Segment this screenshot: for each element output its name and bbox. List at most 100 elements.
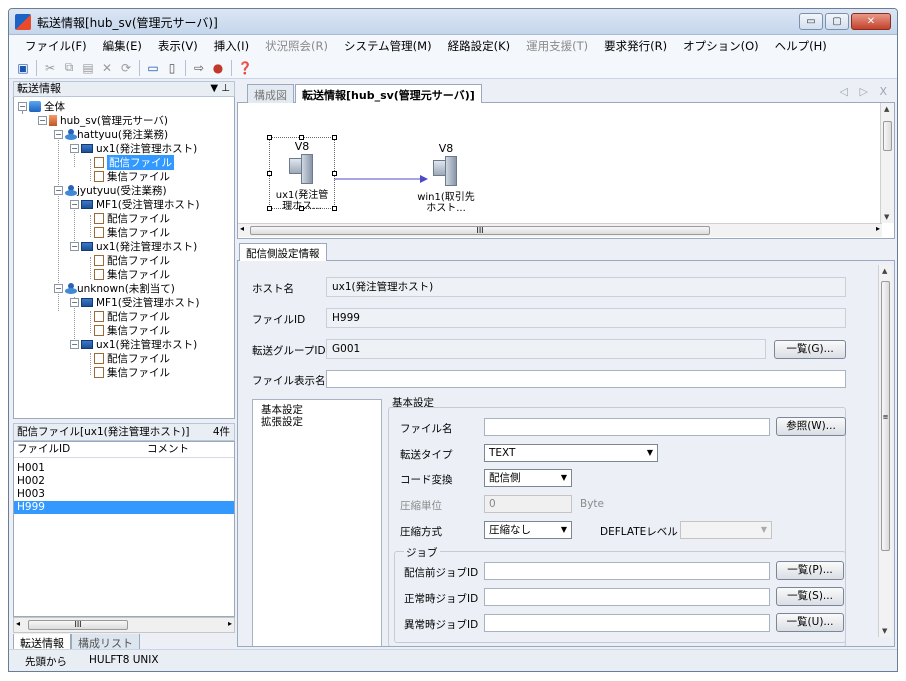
menu-help[interactable]: ヘルプ(H)	[767, 38, 835, 54]
tree-node-recv-file[interactable]: 集信ファイル	[94, 169, 170, 183]
error-job-input[interactable]	[484, 614, 770, 632]
transfer-icon[interactable]: ⇨	[191, 60, 207, 76]
deflate-level-select[interactable]: ▼	[680, 521, 772, 539]
compression-unit-input[interactable]: 0	[484, 495, 572, 513]
menu-status-inquiry[interactable]: 状況照会(R)	[257, 38, 336, 54]
file-name-input[interactable]	[484, 418, 770, 436]
scroll-right-icon[interactable]: ▸	[876, 224, 880, 233]
tree-node-recv-file[interactable]: 集信ファイル	[94, 323, 170, 337]
diagram-node-ux1[interactable]: V8 ux1(発注管 理ホス...	[270, 141, 334, 212]
scroll-left-icon[interactable]: ◂	[240, 224, 244, 233]
collapse-icon[interactable]: −	[54, 185, 63, 195]
scroll-up-icon[interactable]: ▲	[882, 267, 887, 275]
tree-node-send-file[interactable]: 配信ファイル	[94, 309, 170, 323]
tree-node-recv-file[interactable]: 集信ファイル	[94, 365, 170, 379]
scroll-thumb[interactable]: ≡	[881, 281, 890, 551]
collapse-icon[interactable]: −	[70, 297, 79, 307]
error-job-list-button[interactable]: 一覧(U)...	[776, 613, 844, 632]
tree-node-host-mf1[interactable]: − MF1(受注管理ホスト)	[70, 197, 199, 211]
list-item[interactable]: H999	[14, 501, 234, 514]
new-host-icon[interactable]: ▭	[145, 60, 161, 76]
browse-button[interactable]: 参照(W)...	[776, 417, 846, 436]
pin-icon[interactable]: ▼ ⊥	[210, 82, 230, 96]
tree-node-group-hattyuu[interactable]: − hattyuu(発注業務)	[54, 127, 168, 141]
delete-icon[interactable]: ✕	[99, 60, 115, 76]
menu-request-issue[interactable]: 要求発行(R)	[596, 38, 675, 54]
transfer-type-select[interactable]: TEXT ▼	[484, 444, 658, 462]
tab-nav-controls[interactable]: ◁ ▷ X	[840, 85, 891, 98]
close-button[interactable]: ✕	[851, 13, 891, 30]
column-comment[interactable]: コメント	[144, 442, 189, 457]
menu-insert[interactable]: 挿入(I)	[206, 38, 257, 54]
menu-file[interactable]: ファイル(F)	[17, 38, 95, 54]
diagram-vertical-scrollbar[interactable]: ▲ ▼	[880, 103, 894, 223]
tree-node-send-file[interactable]: 配信ファイル	[94, 211, 170, 225]
scroll-left-icon[interactable]: ◂	[16, 619, 20, 628]
collapse-icon[interactable]: −	[54, 129, 63, 139]
tree-node-send-file[interactable]: 配信ファイル	[94, 351, 170, 365]
tree-node-host-ux1[interactable]: − ux1(発注管理ホスト)	[70, 239, 197, 253]
collapse-icon[interactable]: −	[70, 339, 79, 349]
scroll-thumb[interactable]: III	[28, 620, 128, 630]
menu-edit[interactable]: 編集(E)	[95, 38, 150, 54]
tree-node-root[interactable]: − 全体	[18, 99, 65, 113]
menu-view[interactable]: 表示(V)	[150, 38, 206, 54]
refresh-icon[interactable]: ⟳	[118, 60, 134, 76]
menu-system-management[interactable]: システム管理(M)	[336, 38, 440, 54]
scroll-up-icon[interactable]: ▲	[884, 105, 889, 113]
stop-icon[interactable]: ●	[210, 60, 226, 76]
list-item[interactable]: H001	[14, 462, 234, 475]
paste-icon[interactable]: ▤	[80, 60, 96, 76]
nav-extended-settings[interactable]: 拡張設定	[261, 414, 303, 429]
menu-operation-support[interactable]: 運用支援(T)	[518, 38, 596, 54]
title-bar[interactable]: 転送情報[hub_sv(管理元サーバ)] ▭ ▢ ✕	[9, 9, 897, 35]
code-conversion-select[interactable]: 配信側 ▼	[484, 469, 572, 487]
settings-vertical-scrollbar[interactable]: ▲ ≡ ▼	[878, 265, 892, 637]
collapse-icon[interactable]: −	[38, 115, 47, 125]
diagram-horizontal-scrollbar[interactable]: ◂ III ▸	[238, 223, 882, 237]
tree-node-recv-file[interactable]: 集信ファイル	[94, 267, 170, 281]
tree-node-group-jyutyuu[interactable]: − jyutyuu(受注業務)	[54, 183, 167, 197]
tree-node-host-ux1[interactable]: − ux1(発注管理ホスト)	[70, 141, 197, 155]
pre-send-job-list-button[interactable]: 一覧(P)...	[776, 561, 844, 580]
collapse-icon[interactable]: −	[54, 283, 63, 293]
menu-route-settings[interactable]: 経路設定(K)	[440, 38, 519, 54]
collapse-icon[interactable]: −	[18, 101, 27, 111]
new-file-icon[interactable]: ▯	[164, 60, 180, 76]
scroll-right-icon[interactable]: ▸	[228, 619, 232, 628]
scroll-down-icon[interactable]: ▼	[882, 627, 887, 635]
tree-node-send-file[interactable]: 配信ファイル	[94, 253, 170, 267]
save-icon[interactable]: ▣	[15, 60, 31, 76]
tree-node-recv-file[interactable]: 集信ファイル	[94, 225, 170, 239]
tree-node-group-unknown[interactable]: − unknown(未割当て)	[54, 281, 175, 295]
column-file-id[interactable]: ファイルID	[14, 442, 144, 457]
normal-job-input[interactable]	[484, 588, 770, 606]
tree-node-server[interactable]: − hub_sv(管理元サーバ)	[38, 113, 168, 127]
tab-send-settings[interactable]: 配信側設定情報	[239, 243, 327, 261]
minimize-button[interactable]: ▭	[799, 13, 823, 30]
list-item[interactable]: H002	[14, 475, 234, 488]
tree-node-host-mf1[interactable]: − MF1(受注管理ホスト)	[70, 295, 199, 309]
collapse-icon[interactable]: −	[70, 143, 79, 153]
normal-job-list-button[interactable]: 一覧(S)...	[776, 587, 844, 606]
diagram-node-win1[interactable]: V8 win1(取引先 ホスト...	[414, 143, 478, 214]
scroll-thumb[interactable]: III	[250, 226, 710, 235]
copy-icon[interactable]: ⧉	[61, 60, 77, 76]
group-list-button[interactable]: 一覧(G)...	[774, 340, 846, 359]
tab-config-diagram[interactable]: 構成図	[247, 84, 294, 103]
tab-transfer-info-doc[interactable]: 転送情報[hub_sv(管理元サーバ)]	[295, 84, 482, 104]
maximize-button[interactable]: ▢	[825, 13, 849, 30]
resize-handle[interactable]	[332, 135, 337, 140]
file-display-name-input[interactable]	[326, 370, 846, 388]
list-item[interactable]: H003	[14, 488, 234, 501]
resize-handle[interactable]	[267, 135, 272, 140]
collapse-icon[interactable]: −	[70, 199, 79, 209]
tree-node-host-ux1[interactable]: − ux1(発注管理ホスト)	[70, 337, 197, 351]
tree-node-send-file[interactable]: 配信ファイル	[94, 154, 174, 170]
compression-method-select[interactable]: 圧縮なし ▼	[484, 521, 572, 539]
file-list-scrollbar[interactable]: ◂ III ▸	[13, 617, 235, 633]
scroll-thumb[interactable]	[883, 121, 892, 151]
cut-icon[interactable]: ✂	[42, 60, 58, 76]
help-icon[interactable]: ❓	[237, 60, 253, 76]
collapse-icon[interactable]: −	[70, 241, 79, 251]
